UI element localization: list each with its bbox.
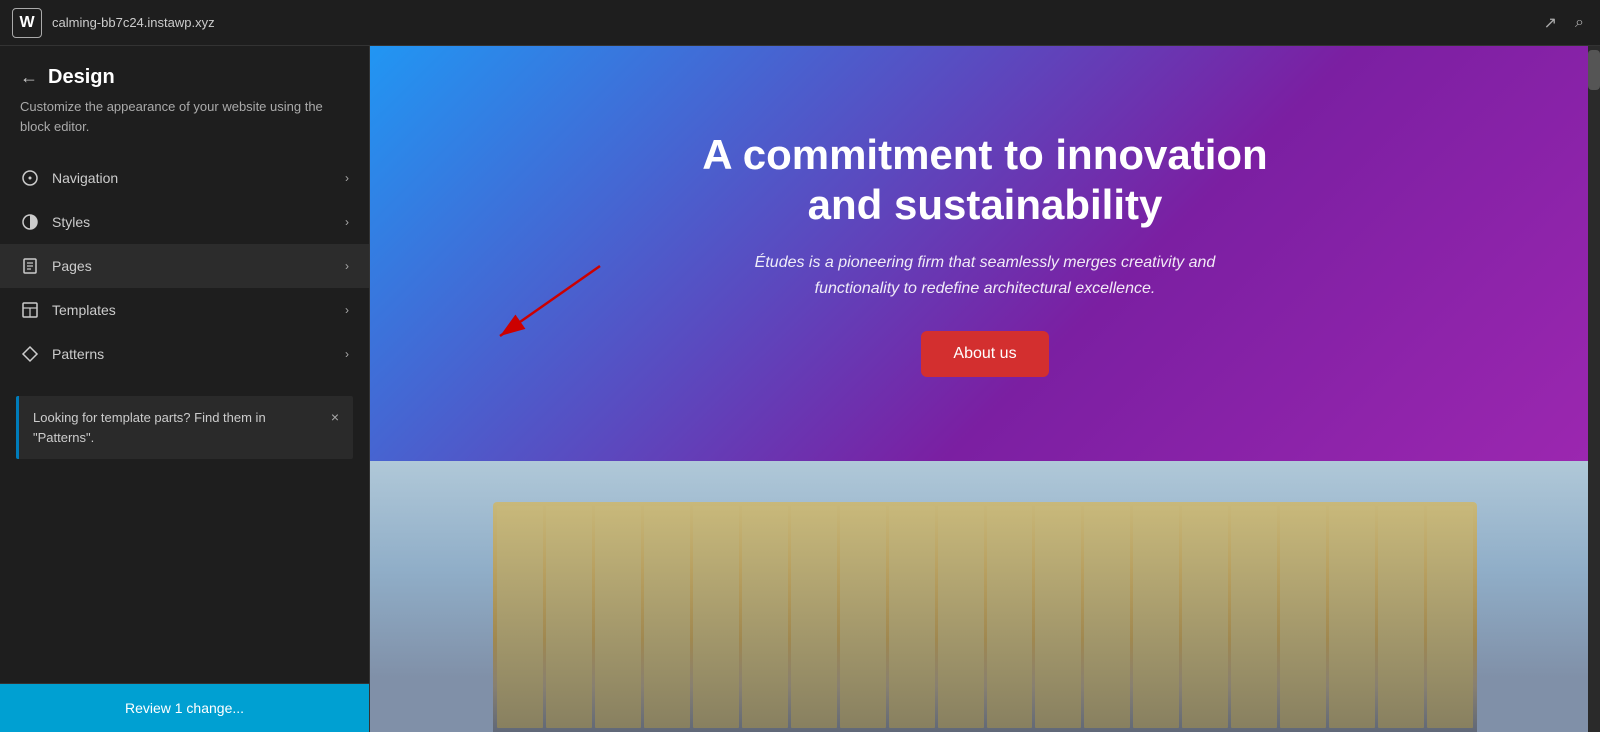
facade-bar	[693, 506, 739, 728]
external-link-icon[interactable]: ↗	[1540, 9, 1561, 37]
pages-chevron: ›	[345, 259, 349, 273]
facade-bar	[1329, 506, 1375, 728]
facade-bar	[987, 506, 1033, 728]
hero-section: A commitment to innovation and sustainab…	[370, 46, 1600, 461]
notification-box: Looking for template parts? Find them in…	[16, 396, 353, 459]
facade-bar	[546, 506, 592, 728]
styles-label: Styles	[52, 214, 333, 230]
facade-bar	[1084, 506, 1130, 728]
navigation-label: Navigation	[52, 170, 333, 186]
pages-icon	[20, 256, 40, 276]
navigation-icon	[20, 168, 40, 188]
sidebar-content: ← Design Customize the appearance of you…	[0, 46, 369, 683]
patterns-chevron: ›	[345, 347, 349, 361]
building-facade	[493, 502, 1477, 732]
about-us-button[interactable]: About us	[921, 331, 1048, 377]
facade-bar	[1133, 506, 1179, 728]
sidebar-item-navigation[interactable]: Navigation ›	[0, 156, 369, 200]
back-button[interactable]: ←	[20, 67, 38, 88]
scrollbar[interactable]	[1588, 46, 1600, 732]
main-layout: ← Design Customize the appearance of you…	[0, 46, 1600, 732]
sidebar-item-styles[interactable]: Styles ›	[0, 200, 369, 244]
facade-bar	[742, 506, 788, 728]
scrollbar-thumb[interactable]	[1588, 50, 1600, 90]
templates-chevron: ›	[345, 303, 349, 317]
sidebar-description: Customize the appearance of your website…	[0, 97, 369, 156]
notification-close-button[interactable]: ×	[331, 409, 339, 425]
sidebar-item-pages[interactable]: Pages ›	[0, 244, 369, 288]
facade-bar	[889, 506, 935, 728]
styles-icon	[20, 212, 40, 232]
patterns-label: Patterns	[52, 346, 333, 362]
review-changes-button[interactable]: Review 1 change...	[0, 684, 369, 732]
patterns-icon	[20, 344, 40, 364]
hero-subtitle: Études is a pioneering firm that seamles…	[735, 250, 1235, 301]
sidebar-item-templates[interactable]: Templates ›	[0, 288, 369, 332]
facade-bar	[1280, 506, 1326, 728]
hero-title: A commitment to innovation and sustainab…	[685, 130, 1285, 231]
sidebar-title: Design	[48, 66, 115, 89]
facade-bar	[1427, 506, 1473, 728]
styles-chevron: ›	[345, 215, 349, 229]
pages-label: Pages	[52, 258, 333, 274]
facade-lines	[493, 502, 1477, 732]
top-bar: W calming-bb7c24.instawp.xyz ↗ ⌕	[0, 0, 1600, 46]
sidebar-header: ← Design	[0, 66, 369, 97]
facade-bar	[644, 506, 690, 728]
facade-bar	[840, 506, 886, 728]
search-icon[interactable]: ⌕	[1571, 10, 1588, 36]
wp-logo[interactable]: W	[12, 8, 42, 38]
site-url: calming-bb7c24.instawp.xyz	[52, 15, 1530, 30]
facade-bar	[1035, 506, 1081, 728]
notification-text: Looking for template parts? Find them in…	[33, 408, 323, 447]
facade-bar	[938, 506, 984, 728]
building-image	[370, 461, 1600, 732]
templates-label: Templates	[52, 302, 333, 318]
facade-bar	[1182, 506, 1228, 728]
sidebar: ← Design Customize the appearance of you…	[0, 46, 370, 732]
facade-bar	[1231, 506, 1277, 728]
sidebar-bottom: Review 1 change...	[0, 683, 369, 732]
templates-icon	[20, 300, 40, 320]
facade-bar	[497, 506, 543, 728]
sidebar-item-patterns[interactable]: Patterns ›	[0, 332, 369, 376]
preview-area: A commitment to innovation and sustainab…	[370, 46, 1600, 732]
facade-bar	[595, 506, 641, 728]
navigation-chevron: ›	[345, 171, 349, 185]
facade-bar	[791, 506, 837, 728]
facade-bar	[1378, 506, 1424, 728]
building-section	[370, 461, 1600, 732]
